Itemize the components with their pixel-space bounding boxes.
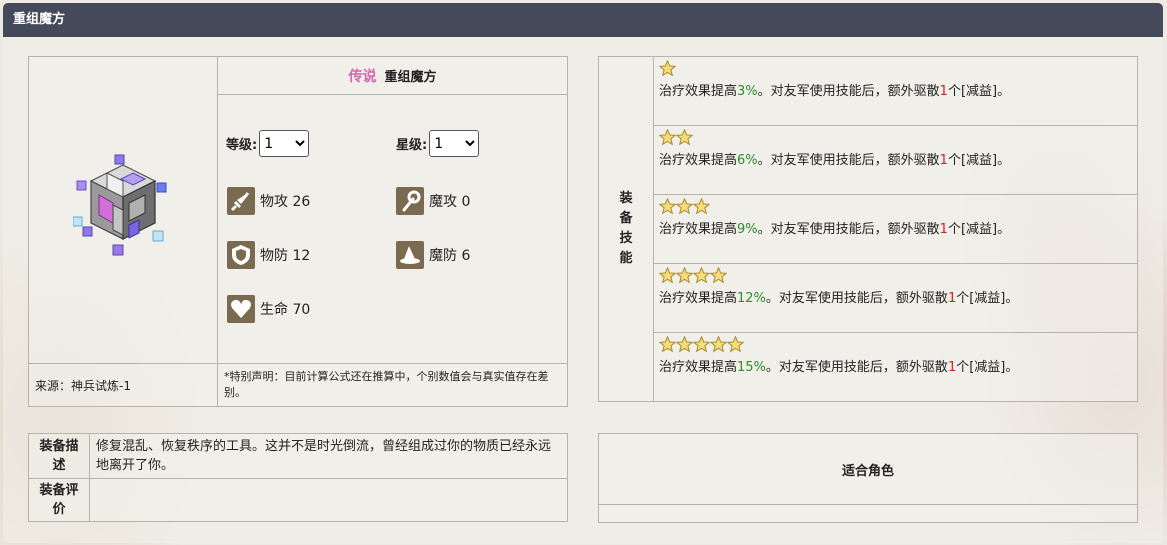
star-icon [692,197,711,216]
star-icon [658,197,677,216]
stats-cell: 等级: 1 星级: 1 物攻 26 魔攻 0 物防 12 魔防 6 生命 70 [217,94,568,364]
star-icon [675,335,694,354]
star-icon [709,335,728,354]
skill-text: 治疗效果提高15%。对友军使用技能后，额外驱散1个[减益]。 [659,360,1019,375]
star-select[interactable]: 1 [429,130,480,157]
star-icon [658,266,677,285]
star-icon [658,128,677,147]
suitable-roles-list [598,504,1138,523]
skill-text: 治疗效果提高9%。对友军使用技能后，额外驱散1个[减益]。 [659,222,1011,237]
stat-physical-attack: 物攻 26 [227,187,310,215]
item-image-cell [28,56,218,364]
suitable-roles-table: 适合角色 [598,433,1138,523]
hat-icon [396,241,424,269]
suitable-roles-title: 适合角色 [598,433,1138,505]
cube-icon [72,154,167,256]
level-label: 等级: [226,138,258,153]
star-rating [658,128,1132,147]
star-icon [675,197,694,216]
star-rating [658,335,1132,354]
star-rating [658,266,1132,285]
star-icon [692,335,711,354]
panel-header: 重组魔方 [3,3,1163,37]
equipment-description-table: 装备描述 修复混乱、恢复秩序的工具。这并不是时光倒流，曾经组成过你的物质已经永远… [28,433,568,522]
star-icon [692,266,711,285]
review-text [89,478,568,522]
skill-text: 治疗效果提高12%。对友军使用技能后，额外驱散1个[减益]。 [659,291,1019,306]
staff-icon [396,187,424,215]
star-label: 星级: [396,138,428,153]
skill-row: 治疗效果提高15%。对友军使用技能后，额外驱散1个[减益]。 [653,332,1138,402]
equipment-skill-table: 装备技能 治疗效果提高3%。对友军使用技能后，额外驱散1个[减益]。 治疗效果提高6… [598,56,1138,402]
disclaimer-note: *特别声明：目前计算公式还在推算中，个别数值会与真实值存在差别。 [217,363,568,407]
star-icon [675,128,694,147]
rarity-label: 传说 [348,68,377,85]
star-icon [726,335,745,354]
star-icon [658,335,677,354]
star-selector: 星级: 1 [396,130,480,157]
level-selector: 等级: 1 [226,130,310,157]
sword-icon [227,187,255,215]
skill-text: 治疗效果提高3%。对友军使用技能后，额外驱散1个[减益]。 [659,84,1011,99]
star-rating [658,197,1132,216]
stat-physical-defense: 物防 12 [227,241,310,269]
stat-magic-defense: 魔防 6 [396,241,470,269]
star-rating [658,59,1132,78]
shield-icon [227,241,255,269]
heart-icon [227,295,255,323]
review-label: 装备评价 [28,478,90,522]
description-text: 修复混乱、恢复秩序的工具。这并不是时光倒流，曾经组成过你的物质已经永远地离开了你… [89,433,568,479]
item-name: 重组魔方 [384,69,437,85]
skill-text: 治疗效果提高6%。对友军使用技能后，额外驱散1个[减益]。 [659,153,1011,168]
level-select[interactable]: 1 [259,130,310,157]
star-icon [658,59,677,78]
skill-row: 治疗效果提高9%。对友军使用技能后，额外驱散1个[减益]。 [653,194,1138,264]
skill-row: 治疗效果提高12%。对友军使用技能后，额外驱散1个[减益]。 [653,263,1138,333]
item-name-cell: 传说 重组魔方 [217,56,568,95]
description-label: 装备描述 [28,433,90,479]
star-icon [709,266,728,285]
star-icon [675,266,694,285]
skill-row: 治疗效果提高3%。对友军使用技能后，额外驱散1个[减益]。 [653,56,1138,126]
skill-row: 治疗效果提高6%。对友军使用技能后，额外驱散1个[减益]。 [653,125,1138,195]
skill-label: 装备技能 [598,56,654,402]
equipment-info-table: 传说 重组魔方 等级: 1 星级: 1 物攻 26 魔攻 0 物防 12 魔防 … [28,56,568,407]
stat-magic-attack: 魔攻 0 [396,187,470,215]
source-cell: 来源：神兵试炼-1 [28,363,218,407]
stat-hp: 生命 70 [227,295,310,323]
